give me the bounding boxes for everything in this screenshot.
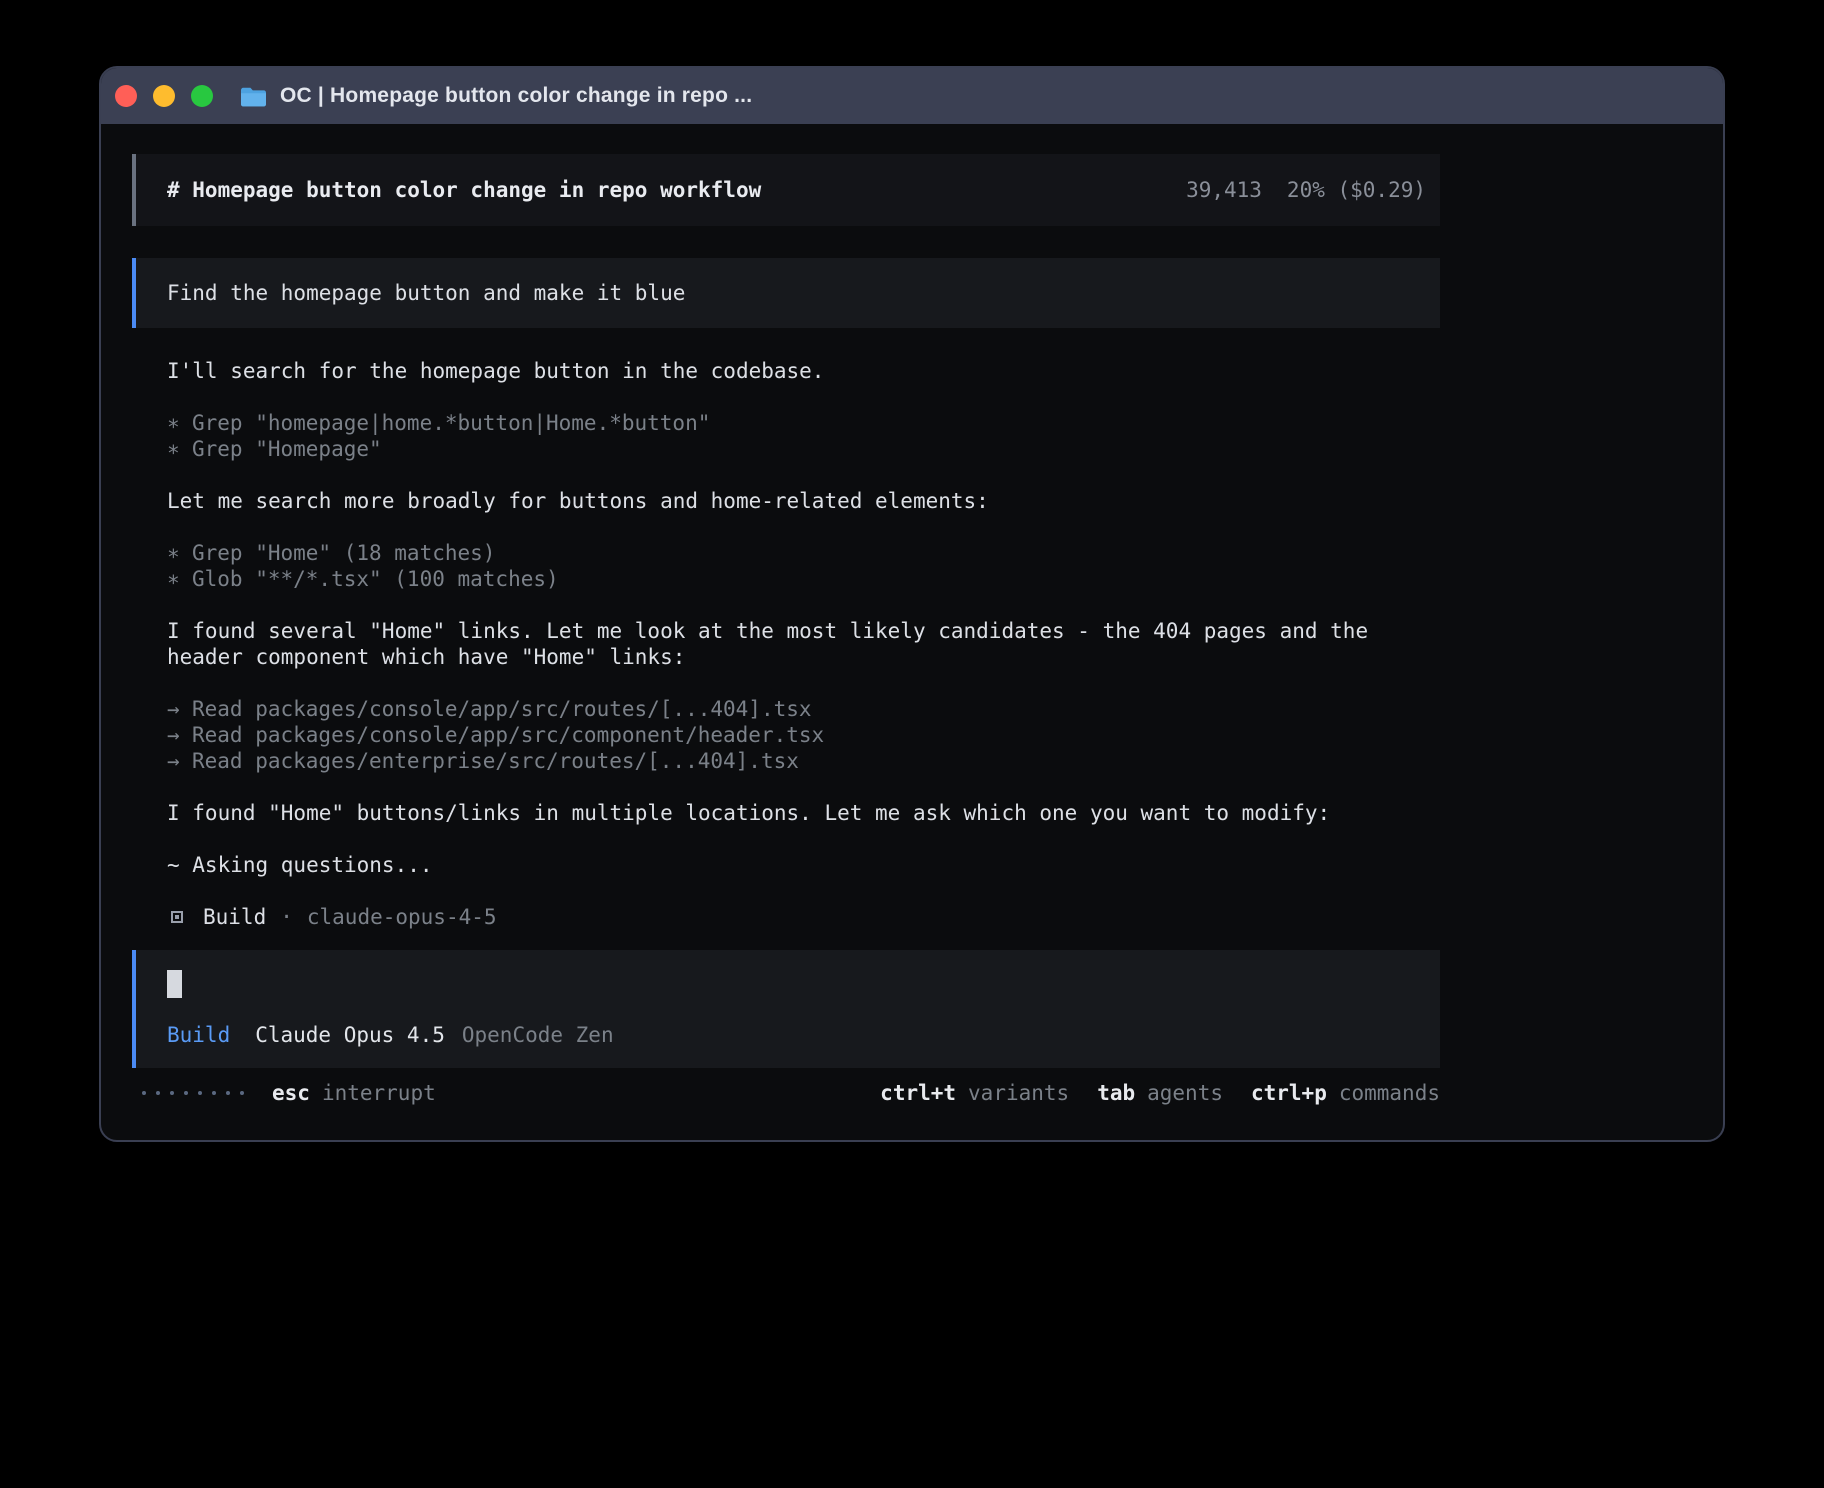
tool-call-read: → Read packages/enterprise/src/routes/[.… xyxy=(167,748,1447,774)
folder-icon xyxy=(240,86,267,107)
tool-call-glob: ∗ Glob "**/*.tsx" (100 matches) xyxy=(167,566,1447,592)
hint-commands: ctrl+p commands xyxy=(1251,1080,1440,1106)
session-title: # Homepage button color change in repo w… xyxy=(167,178,761,202)
esc-label: interrupt xyxy=(322,1080,436,1106)
tool-call-text: Grep "Homepage" xyxy=(192,436,382,462)
tool-call-group: ∗ Grep "Home" (18 matches) ∗ Glob "**/*.… xyxy=(167,540,1447,592)
tool-call-text: Read packages/console/app/src/component/… xyxy=(192,722,824,748)
tool-call-text: Read packages/enterprise/src/routes/[...… xyxy=(192,748,799,774)
text-cursor xyxy=(167,970,182,998)
hint-variants: ctrl+t variants xyxy=(880,1080,1069,1106)
assistant-text: I found "Home" buttons/links in multiple… xyxy=(167,800,1447,826)
arrow-right-icon: → xyxy=(167,748,192,774)
model-label[interactable]: Claude Opus 4.5 xyxy=(255,1022,445,1048)
tool-call-read: → Read packages/console/app/src/routes/[… xyxy=(167,696,1447,722)
arrow-right-icon: → xyxy=(167,722,192,748)
session-header: # Homepage button color change in repo w… xyxy=(132,154,1440,226)
separator-dot: · xyxy=(280,904,293,930)
hint-label: agents xyxy=(1147,1080,1223,1106)
terminal-window: OC | Homepage button color change in rep… xyxy=(99,66,1725,1142)
assistant-response: I'll search for the homepage button in t… xyxy=(167,358,1447,930)
terminal-content: # Homepage button color change in repo w… xyxy=(101,124,1723,1106)
agent-name: Build xyxy=(203,904,266,930)
tool-call-text: Grep "Home" (18 matches) xyxy=(192,540,495,566)
asterisk-icon: ∗ xyxy=(167,540,192,566)
spinner-dots xyxy=(142,1091,244,1095)
hint-agents: tab agents xyxy=(1097,1080,1223,1106)
zoom-button[interactable] xyxy=(191,85,213,107)
input-meta: Build Claude Opus 4.5 OpenCode Zen xyxy=(167,1022,1440,1048)
hint-key: tab xyxy=(1097,1080,1135,1106)
tool-call-grep: ∗ Grep "Home" (18 matches) xyxy=(167,540,1447,566)
close-button[interactable] xyxy=(115,85,137,107)
user-message-text: Find the homepage button and make it blu… xyxy=(167,281,685,305)
tool-call-text: Glob "**/*.tsx" (100 matches) xyxy=(192,566,559,592)
hint-interrupt: esc interrupt xyxy=(272,1080,436,1106)
agent-status-line: Build · claude-opus-4-5 xyxy=(167,904,1447,930)
user-message: Find the homepage button and make it blu… xyxy=(132,258,1440,328)
tool-call-read: → Read packages/console/app/src/componen… xyxy=(167,722,1447,748)
titlebar[interactable]: OC | Homepage button color change in rep… xyxy=(101,68,1723,124)
hint-label: variants xyxy=(968,1080,1069,1106)
assistant-text: Let me search more broadly for buttons a… xyxy=(167,488,1447,514)
session-stats: 39,413 20% ($0.29) xyxy=(1186,178,1426,202)
token-count: 39,413 xyxy=(1186,178,1262,202)
tool-call-text: Grep "homepage|home.*button|Home.*button… xyxy=(192,410,710,436)
agent-model: claude-opus-4-5 xyxy=(307,904,497,930)
assistant-text: I'll search for the homepage button in t… xyxy=(167,358,1447,384)
agent-badge-icon xyxy=(171,911,183,923)
minimize-button[interactable] xyxy=(153,85,175,107)
hint-label: commands xyxy=(1339,1080,1440,1106)
working-status: ~ Asking questions... xyxy=(167,852,1447,878)
hint-key: ctrl+p xyxy=(1251,1080,1327,1106)
asterisk-icon: ∗ xyxy=(167,436,192,462)
context-cost: 20% ($0.29) xyxy=(1287,178,1426,202)
tool-call-group: ∗ Grep "homepage|home.*button|Home.*butt… xyxy=(167,410,1447,462)
prompt-input[interactable]: Build Claude Opus 4.5 OpenCode Zen xyxy=(132,950,1440,1068)
hint-key: ctrl+t xyxy=(880,1080,956,1106)
status-bar: esc interrupt ctrl+t variants tab agents… xyxy=(132,1080,1440,1106)
provider-label: OpenCode Zen xyxy=(462,1022,614,1048)
asterisk-icon: ∗ xyxy=(167,566,192,592)
window-title: OC | Homepage button color change in rep… xyxy=(280,84,752,108)
assistant-text: I found several "Home" links. Let me loo… xyxy=(167,618,1447,670)
keyboard-hints: ctrl+t variants tab agents ctrl+p comman… xyxy=(880,1080,1440,1106)
tool-call-grep: ∗ Grep "Homepage" xyxy=(167,436,1447,462)
arrow-right-icon: → xyxy=(167,696,192,722)
tool-call-text: Read packages/console/app/src/routes/[..… xyxy=(192,696,812,722)
agent-mode-label[interactable]: Build xyxy=(167,1022,230,1048)
tool-call-group: → Read packages/console/app/src/routes/[… xyxy=(167,696,1447,774)
asterisk-icon: ∗ xyxy=(167,410,192,436)
esc-key: esc xyxy=(272,1080,310,1106)
tool-call-grep: ∗ Grep "homepage|home.*button|Home.*butt… xyxy=(167,410,1447,436)
